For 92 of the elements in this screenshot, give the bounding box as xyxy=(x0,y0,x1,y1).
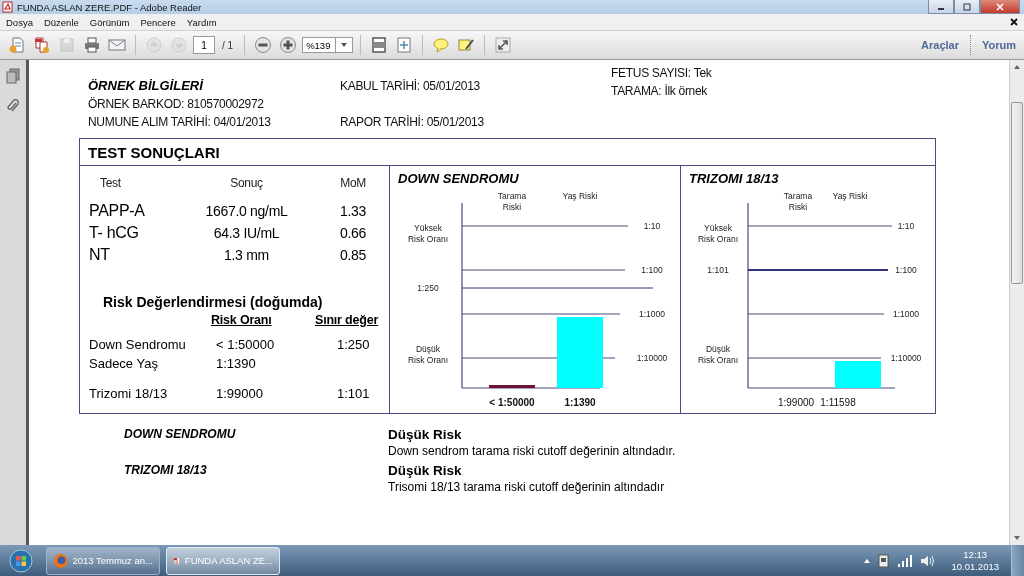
toolbar-link[interactable]: Araçlar xyxy=(913,39,967,51)
results-title: TEST SONUÇLARI xyxy=(88,143,220,161)
info-text: RAPOR TARİHİ: 05/01/2013 xyxy=(340,114,485,131)
axis-label: Düşük Risk Oranı xyxy=(407,344,449,365)
table-cell-text: 1.3 mm xyxy=(223,246,270,265)
info-text: FETUS SAYISI: Tek xyxy=(611,65,712,82)
info-text: KABUL TARİHİ: 05/01/2013 xyxy=(340,78,481,95)
table-cell-text: 1667.0 ng/mL xyxy=(204,202,289,221)
menu-item[interactable]: Pencere xyxy=(140,16,176,28)
table-cell-text: 1:99000 xyxy=(215,385,264,403)
scroll-down-icon[interactable] xyxy=(1013,535,1021,541)
category-label: Tarama Riski xyxy=(783,191,813,212)
caret-icon xyxy=(340,42,349,48)
table-cell-text: 0.66 xyxy=(338,224,366,243)
menu-item[interactable]: Dosya xyxy=(6,16,33,28)
condition-label: TRIZOMI 18/13 xyxy=(124,463,208,479)
category-label: Yaş Riski xyxy=(562,191,598,201)
table-cell-text: < 1:50000 xyxy=(215,336,276,354)
tick-label: 1:1000 xyxy=(639,309,665,319)
tick-label: 1:100 xyxy=(641,265,663,275)
table-cell-text: 64.3 IU/mL xyxy=(212,224,281,243)
menu-item[interactable]: Düzenle xyxy=(43,16,79,28)
table-cell-text: 1.33 xyxy=(338,202,366,221)
speaker-icon[interactable] xyxy=(919,553,936,568)
chart-title: TRIZOMI 18/13 xyxy=(688,170,780,186)
condition-label: DOWN SENDROMU xyxy=(124,427,237,443)
tick-label: 1:1000 xyxy=(893,309,919,319)
risk-title: Risk Değerlendirmesi (doğumda) xyxy=(103,294,324,310)
close-icon xyxy=(995,2,1005,11)
table-cell-text: 1:101 xyxy=(336,385,371,403)
table-cell-text: Down Sendromu xyxy=(89,336,187,354)
column-header: Sınır değer xyxy=(315,313,380,327)
close-icon[interactable] xyxy=(1010,18,1018,26)
chart-title: DOWN SENDROMU xyxy=(397,170,520,186)
result-heading: Düşük Risk xyxy=(388,463,463,479)
menu-item[interactable]: Yardım xyxy=(186,16,217,28)
column-header: Test xyxy=(99,176,122,190)
column-header: Sonuç xyxy=(229,176,264,190)
paperclip-icon[interactable] xyxy=(6,98,20,114)
value-label: 1:11598 xyxy=(820,397,856,408)
table-cell-text: Sadece Yaş xyxy=(89,355,159,373)
page-field[interactable]: 1 xyxy=(193,36,215,54)
cutoff-label: 1:250 xyxy=(417,283,439,293)
category-label: Yaş Riski xyxy=(832,191,868,201)
axis-label: Yüksek Risk Oranı xyxy=(407,223,449,244)
pages-icon[interactable] xyxy=(6,68,20,84)
menu-item[interactable]: Görünüm xyxy=(89,16,130,28)
minimize-button[interactable] xyxy=(928,0,954,14)
tick-label: 1:10 xyxy=(643,221,661,231)
cutoff-label: 1:101 xyxy=(707,265,729,275)
tick-label: 1:10 xyxy=(897,221,915,231)
info-text: ÖRNEK BARKOD: 810570002972 xyxy=(88,96,265,113)
table-cell-text: PAPP-A xyxy=(89,201,146,221)
axis-label: Yüksek Risk Oranı xyxy=(697,223,739,244)
table-cell-text: 0.85 xyxy=(338,246,366,265)
signal-icon[interactable] xyxy=(897,553,914,568)
toolbar-link[interactable]: Yorum xyxy=(973,39,1024,51)
restore-icon xyxy=(962,2,972,11)
show-hidden-icons[interactable] xyxy=(863,557,872,564)
table-cell-text: NT xyxy=(89,245,111,265)
pdf-icon xyxy=(2,1,14,13)
table-cell-text: 1:250 xyxy=(336,336,371,354)
result-note: Trisomi 18/13 tarama riski cutoff değerinin altındadır xyxy=(388,479,666,495)
clock-date[interactable]: 10.01.2013 xyxy=(951,560,999,573)
section-heading: ÖRNEK BİLGİLERİ xyxy=(88,77,205,95)
value-label: 1:99000 xyxy=(777,397,815,408)
column-header: MoM xyxy=(339,176,366,190)
page-count: / 1 xyxy=(222,39,234,51)
tick-label: 1:10000 xyxy=(636,353,668,363)
value-label: < 1:50000 xyxy=(489,397,535,408)
result-note: Down sendrom tarama riski cutoff değerinin altındadır. xyxy=(388,443,677,459)
value-label: 1:1390 xyxy=(564,397,596,408)
tick-label: 1:100 xyxy=(895,265,917,275)
info-text: TARAMA: İlk örnek xyxy=(611,83,709,100)
table-cell-text: T- hCG xyxy=(89,223,140,243)
close-button[interactable] xyxy=(980,0,1020,14)
category-label: Tarama Riski xyxy=(497,191,527,212)
scrollbar[interactable] xyxy=(1009,60,1024,545)
result-heading: Düşük Risk xyxy=(388,427,463,443)
axis-label: Düşük Risk Oranı xyxy=(697,344,739,365)
table-cell-text: Trizomi 18/13 xyxy=(89,385,169,403)
clock-time[interactable]: 12:13 xyxy=(963,548,988,561)
tick-label: 1:10000 xyxy=(890,353,922,363)
scroll-thumb[interactable] xyxy=(1011,101,1023,284)
info-text: NUMUNE ALIM TARİHİ: 04/01/2013 xyxy=(88,114,272,131)
device-icon[interactable] xyxy=(877,552,892,569)
window-title: FUNDA ASLAN ZERE.PDF - Adobe Reader xyxy=(17,1,202,13)
dropdown-button[interactable] xyxy=(336,37,354,53)
scroll-up-icon[interactable] xyxy=(1013,64,1021,70)
column-header: Risk Oranı xyxy=(211,313,273,327)
table-cell-text: 1:1390 xyxy=(215,355,257,373)
zoom-field[interactable]: %139 xyxy=(302,37,337,53)
